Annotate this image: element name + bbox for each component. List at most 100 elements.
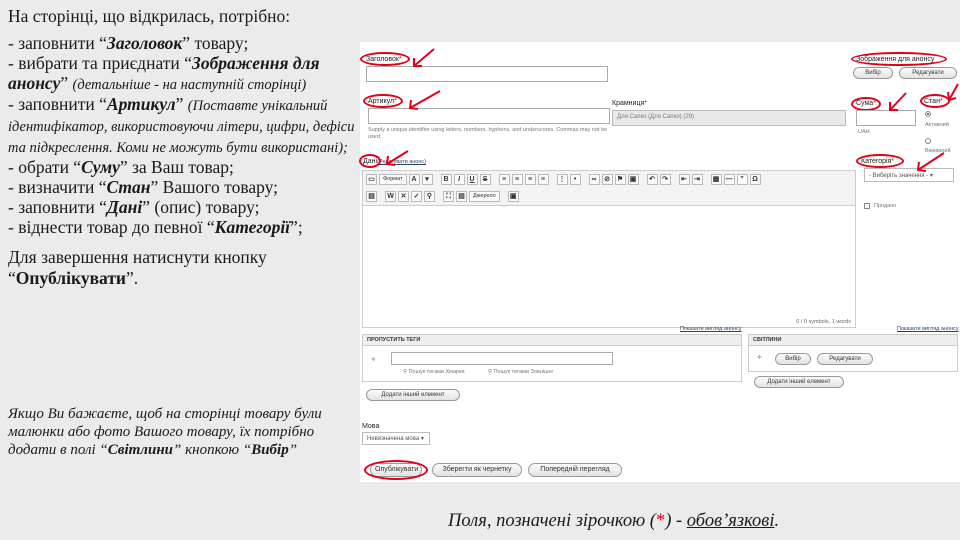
instructions-list: - заповнити “Заголовок” товару; - вибрати… [8,33,358,237]
instruction-item: - заповнити “Дані” (опис) товару; [8,197,358,217]
font-color-icon[interactable]: A [408,174,420,185]
tags-search-1-text: Пошук тегами Хмарки [408,369,465,375]
show-blocks-icon[interactable]: ▤ [456,191,467,202]
bg-color-icon[interactable]: ▾ [421,174,433,185]
state-radio-used[interactable] [925,138,931,144]
word-counter: 0 / 0 symbols, 1 words [796,319,851,325]
store-input[interactable]: Для Сапко (Для Сапко) (29) [612,110,846,126]
required-star: * [644,100,647,107]
preview-button[interactable]: Попередній перегляд [528,463,622,477]
tags-add-another-button[interactable]: Додати інший елемент [366,389,460,401]
tags-header: ПРОПУСТИТЬ ТЕГИ [363,335,741,346]
title-label: Заголовок* [366,56,402,63]
instruction-text: ”; [290,217,303,237]
required-star: * [655,511,666,531]
image-icon[interactable]: ▣ [627,174,639,185]
footnote-pre: Поля, позначені зірочкою ( [448,511,656,531]
format-select[interactable]: Формат [379,174,407,185]
tags-search-1[interactable]: ⚲ Пошук тегами Хмарки [403,369,465,376]
title-input[interactable] [366,66,608,82]
instruction-item: - заповнити “Заголовок” товару; [8,33,358,53]
bold-icon[interactable]: B [440,174,452,185]
paste-word-icon[interactable]: W [385,191,396,202]
photos-tip: Якщо Ви бажаєте, щоб на сторінці товару … [8,405,328,459]
title-label-text: Заголовок [366,56,399,63]
photos-header: СВІТЛИНИ [749,335,957,346]
instruction-text: - заповнити “ [8,94,107,114]
state-label-text: Стан [924,98,940,105]
link-icon[interactable]: ∞ [588,174,600,185]
sku-hint: Supply a unique identifier using letters… [368,127,608,140]
underline-icon[interactable]: U [466,174,478,185]
redo-icon[interactable]: ↷ [659,174,671,185]
sold-checkbox[interactable] [864,203,870,209]
image-label: Зображення для анонсу [856,56,935,63]
instruction-text: - обрати “ [8,157,82,177]
instruction-field-name: Категорії [214,217,291,237]
tags-input[interactable] [391,352,613,365]
instruction-item: - визначити “Стан” Вашого товару; [8,177,358,197]
align-left-icon[interactable]: ≡ [498,174,510,185]
toolbar-row-1: ▭ Формат A ▾ B I U S ≡ ≡ ≡ ≡ ⋮ • ∞ ⊘ ⚑ ▣… [363,171,855,188]
photos-edit-button[interactable]: Редагувати [817,353,873,365]
save-draft-button[interactable]: Зберегти як чернетку [432,463,522,477]
red-arrow-icon [916,152,945,172]
language-select[interactable]: Невизначена мова ▾ [362,432,430,445]
table-icon[interactable]: ▦ [710,174,722,185]
find-icon[interactable]: ⚲ [424,191,435,202]
instruction-text: - визначити “ [8,177,107,197]
align-center-icon[interactable]: ≡ [511,174,523,185]
blockquote-icon[interactable]: ” [736,174,748,185]
align-right-icon[interactable]: ≡ [524,174,536,185]
show-summary-link[interactable]: Показати вигляд анонсу [680,326,742,332]
numbered-list-icon[interactable]: ⋮ [556,174,568,185]
fullscreen-icon[interactable]: ⛶ [443,191,454,202]
source-button[interactable]: Джерело [469,191,500,202]
instruction-field-name: Суму [81,157,120,177]
state-label: Стан* [924,98,943,105]
photos-panel: СВІТЛИНИ ✛ Вибір Редагувати [748,334,958,372]
finish-bold: Опублікувати [15,268,127,288]
image-edit-button[interactable]: Редагувати [899,67,957,79]
red-arrow-icon [385,150,409,166]
italic-icon[interactable]: I [453,174,465,185]
unlink-icon[interactable]: ⊘ [601,174,613,185]
photos-add-another-button[interactable]: Додати інший елемент [754,376,844,388]
strike-icon[interactable]: S [479,174,491,185]
bullet-list-icon[interactable]: • [569,174,581,185]
image-choose-button[interactable]: Вибір [853,67,893,79]
required-footnote: Поля, позначені зірочкою (*) - обов’язко… [448,511,779,532]
anchor-icon[interactable]: ⚑ [614,174,626,185]
footnote-mid: ) - [665,511,687,531]
category-label: Категорія* [861,158,894,165]
undo-icon[interactable]: ↶ [646,174,658,185]
instructions-panel: На сторінці, що відкрилась, потрібно: - … [8,6,358,289]
remove-format-icon[interactable]: ✕ [398,191,409,202]
justify-icon[interactable]: ≡ [537,174,549,185]
language-select-value: Невизначена мова [367,436,420,442]
special-char-icon[interactable]: Ω [749,174,761,185]
maximize-icon[interactable]: ▭ [366,174,377,185]
indent-icon[interactable]: ⇥ [691,174,703,185]
instruction-item: - віднести товар до певної “Категорії”; [8,217,358,237]
hr-icon[interactable]: ― [723,174,735,185]
body-editor-area[interactable]: 0 / 0 symbols, 1 words [362,206,856,328]
product-form-screenshot: Заголовок* Зображення для анонсу Вибір Р… [359,42,960,482]
drag-handle-icon[interactable]: ✛ [371,357,376,364]
red-arrow-icon [408,90,441,110]
outdent-icon[interactable]: ⇤ [678,174,690,185]
paste-text-icon[interactable]: ▤ [366,191,377,202]
publish-button[interactable]: Опублікувати [370,463,422,477]
show-summary-link-2[interactable]: Показати вигляд анонсу [897,326,959,332]
tags-search-2[interactable]: ⚲ Пошук тегами Зовнішні [488,369,553,376]
tip-post: ” [288,442,298,458]
spellcheck-icon[interactable]: ✓ [411,191,422,202]
price-label-text: Сума [856,100,874,107]
red-arrow-icon [413,48,435,67]
templates-icon[interactable]: ▣ [507,191,519,202]
photos-choose-button[interactable]: Вибір [775,353,811,365]
drag-handle-icon[interactable]: ✛ [757,355,762,362]
store-label: Крамниця* [612,100,647,107]
red-arrow-icon [947,83,959,102]
state-radio-active[interactable] [925,111,931,117]
